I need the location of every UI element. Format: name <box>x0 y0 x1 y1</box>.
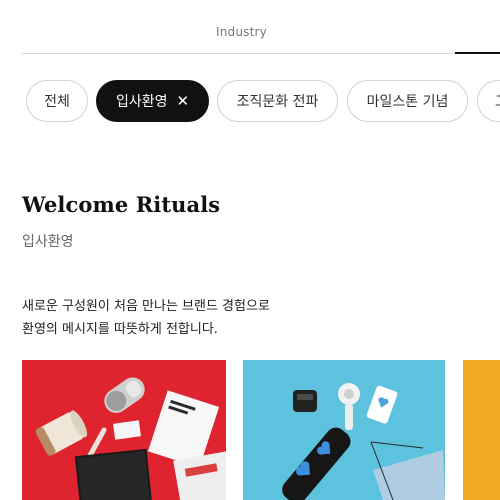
section-title: Welcome Rituals <box>22 192 221 217</box>
filter-chip-all[interactable]: 전체 <box>26 80 88 122</box>
active-tab-underline <box>455 52 500 54</box>
section-description: 새로운 구성원이 처음 만나는 브랜드 경험으로 환영의 메시지를 따뜻하게 전… <box>22 295 322 341</box>
product-card-yellow-kit[interactable] <box>463 360 500 500</box>
close-icon[interactable]: ✕ <box>176 93 189 109</box>
filter-chip-label: 고 <box>495 91 500 111</box>
filter-chip-row: 전체 입사환영 ✕ 조직문화 전파 마일스톤 기념 고 <box>0 80 500 124</box>
description-line: 새로운 구성원이 처음 만나는 브랜드 경험으로 <box>22 299 270 314</box>
filter-chip-label: 조직문화 전파 <box>236 94 319 110</box>
tab-industry[interactable]: Industry <box>216 25 267 39</box>
filter-chip-label: 마일스톤 기념 <box>366 94 449 110</box>
tab-divider <box>22 53 500 54</box>
page: Industry 전체 입사환영 ✕ 조직문화 전파 마일스톤 기념 고 Wel… <box>0 0 500 500</box>
filter-chip-partial[interactable]: 고 <box>477 80 500 122</box>
section-subtitle: 입사환영 <box>22 234 74 250</box>
filter-chip-label: 전체 <box>44 94 70 110</box>
product-card-red-kit[interactable] <box>22 360 226 500</box>
top-tab-bar: Industry <box>0 0 500 56</box>
red-kit-photo <box>22 360 226 500</box>
filter-chip-label: 입사환영 <box>115 94 168 110</box>
filter-chip-onboarding[interactable]: 입사환영 ✕ <box>96 80 209 122</box>
description-line: 환영의 메시지를 따뜻하게 전합니다. <box>22 322 218 337</box>
filter-chip-culture[interactable]: 조직문화 전파 <box>217 80 338 122</box>
blue-kit-photo <box>243 360 445 500</box>
product-card-blue-kit[interactable] <box>243 360 445 500</box>
filter-chip-milestone[interactable]: 마일스톤 기념 <box>347 80 468 122</box>
